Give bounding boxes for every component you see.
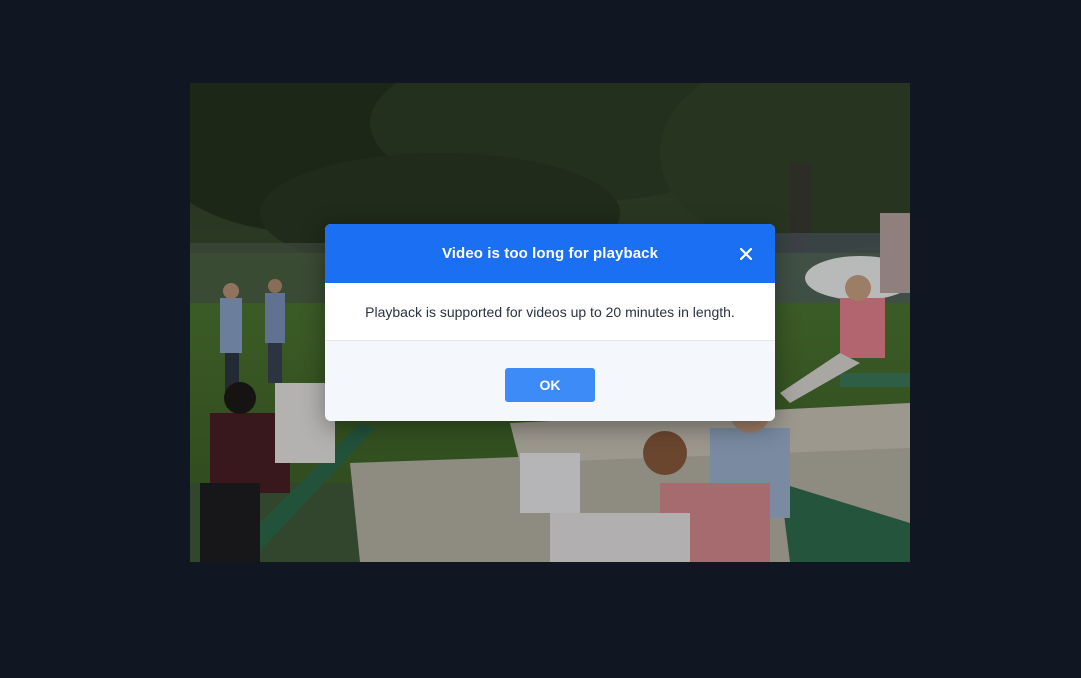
close-icon	[740, 248, 752, 260]
dialog-header: Video is too long for playback	[325, 224, 775, 283]
dialog-body: Playback is supported for videos up to 2…	[325, 283, 775, 341]
dialog-footer: OK	[325, 341, 775, 421]
dialog-title: Video is too long for playback	[441, 245, 659, 262]
playback-error-dialog: Video is too long for playback Playback …	[325, 224, 775, 421]
ok-button[interactable]: OK	[505, 368, 595, 402]
dialog-message: Playback is supported for videos up to 2…	[365, 303, 735, 320]
close-button[interactable]	[737, 245, 755, 263]
page-background: Video is too long for playback Playback …	[0, 0, 1081, 678]
